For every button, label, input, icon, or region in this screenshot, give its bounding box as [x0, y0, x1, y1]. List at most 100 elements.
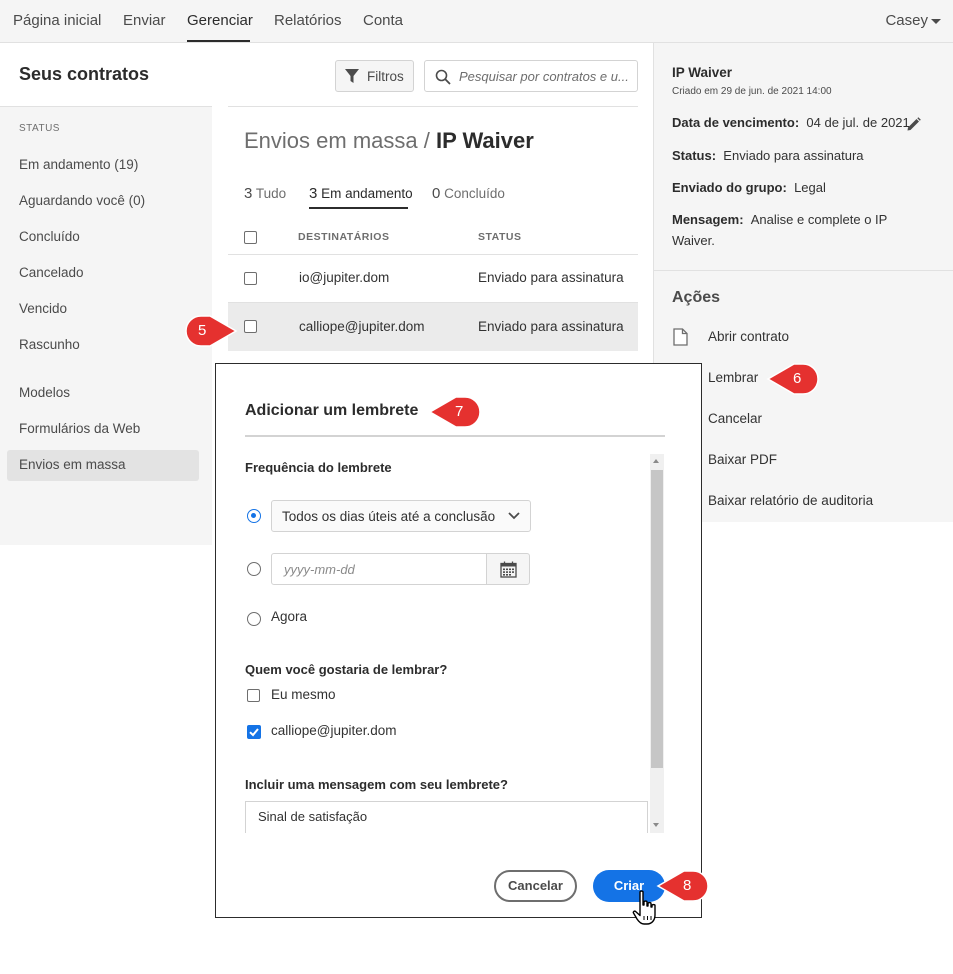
callout-marker-8: 8: [654, 869, 710, 906]
action-cancel[interactable]: Cancelar: [708, 411, 762, 426]
frequency-dropdown[interactable]: Todos os dias úteis até a conclusão: [271, 500, 531, 532]
myself-label: Eu mesmo: [271, 687, 336, 702]
tab-count: 3: [244, 185, 253, 202]
status-line: Status: Enviado para assinatura: [672, 148, 864, 163]
filter-button-label: Filtros: [367, 69, 404, 84]
status-cell: Enviado para assinatura: [478, 319, 624, 334]
tab-completed[interactable]: 0 Concluído: [432, 185, 505, 202]
message-label: Mensagem:: [672, 212, 744, 227]
toolbar-divider: [228, 106, 638, 107]
search-placeholder: Pesquisar por contratos e u...: [459, 69, 629, 84]
tab-count: 3: [309, 185, 318, 202]
checkmark-icon: [249, 728, 259, 737]
filter-icon: [345, 69, 359, 83]
tab-label: Tudo: [255, 186, 287, 201]
nav-account[interactable]: Conta: [363, 12, 403, 29]
group-value: Legal: [794, 180, 826, 195]
frequency-date-radio[interactable]: [247, 562, 261, 576]
row-checkbox[interactable]: [244, 272, 257, 285]
sidebar-item-expired[interactable]: Vencido: [19, 301, 67, 316]
callout-number: 7: [455, 403, 464, 420]
due-date-label: Data de vencimento:: [672, 115, 800, 130]
date-placeholder: yyyy-mm-dd: [284, 562, 355, 577]
sidebar-item-in-progress[interactable]: Em andamento (19): [19, 157, 138, 172]
cancel-button[interactable]: Cancelar: [494, 870, 577, 902]
status-label: Status:: [672, 148, 717, 163]
nav-send[interactable]: Enviar: [123, 12, 166, 29]
recipient-checkbox[interactable]: [247, 725, 261, 739]
nav-reports[interactable]: Relatórios: [274, 12, 342, 29]
nav-home[interactable]: Página inicial: [13, 12, 101, 29]
callout-marker-5: 5: [184, 314, 240, 351]
row-checkbox[interactable]: [244, 320, 257, 333]
group-line: Enviado do grupo: Legal: [672, 180, 826, 195]
created-date: Criado em 29 de jun. de 2021 14:00: [672, 86, 832, 97]
recipient-label: calliope@jupiter.dom: [271, 723, 397, 738]
search-input[interactable]: Pesquisar por contratos e u...: [424, 60, 638, 92]
callout-marker-7: 7: [426, 395, 482, 432]
recipient-cell: io@jupiter.dom: [299, 270, 390, 285]
callout-arrow-icon: [428, 396, 481, 428]
action-download-audit-report[interactable]: Baixar relatório de auditoria: [708, 493, 873, 508]
myself-checkbox[interactable]: [247, 689, 260, 702]
recipient-cell: calliope@jupiter.dom: [299, 319, 425, 334]
frequency-dropdown-value: Todos os dias úteis até a conclusão: [282, 509, 496, 524]
callout-number: 8: [683, 877, 692, 894]
sidebar-item-draft[interactable]: Rascunho: [19, 337, 80, 352]
date-field[interactable]: yyyy-mm-dd: [271, 553, 487, 585]
sidebar-item-web-forms[interactable]: Formulários da Web: [19, 421, 140, 436]
pencil-icon[interactable]: [906, 116, 922, 132]
sidebar-item-templates[interactable]: Modelos: [19, 385, 70, 400]
reminder-message-textarea[interactable]: Sinal de satisfação: [245, 801, 648, 833]
column-header-recipients[interactable]: DESTINATÁRIOS: [298, 231, 389, 243]
sidebar-item-canceled[interactable]: Cancelado: [19, 265, 84, 280]
scroll-down-arrow-icon[interactable]: [653, 823, 659, 827]
column-header-status[interactable]: STATUS: [478, 231, 521, 243]
add-reminder-dialog: [215, 363, 702, 918]
due-date-line: Data de vencimento: 04 de jul. de 2021: [672, 115, 910, 130]
chevron-down-icon: [508, 512, 520, 520]
filter-button[interactable]: Filtros: [335, 60, 414, 92]
sidebar-item-completed[interactable]: Concluído: [19, 229, 80, 244]
due-date-value: 04 de jul. de 2021: [806, 115, 910, 130]
tab-in-progress[interactable]: 3 Em andamento: [309, 185, 413, 202]
breadcrumb-parent[interactable]: Envios em massa /: [244, 128, 430, 153]
group-label: Enviado do grupo:: [672, 180, 787, 195]
calendar-icon: [500, 561, 517, 578]
sidebar-item-mega-sign[interactable]: Envios em massa: [19, 457, 126, 472]
callout-arrow-icon: [185, 315, 238, 347]
sidebar-item-waiting-for-you[interactable]: Aguardando você (0): [19, 193, 145, 208]
user-menu[interactable]: Casey: [885, 12, 941, 29]
callout-marker-6: 6: [764, 362, 820, 399]
tab-active-indicator: [309, 207, 408, 209]
status-section-label: STATUS: [19, 123, 60, 134]
dialog-divider: [245, 435, 665, 437]
nav-manage[interactable]: Gerenciar: [187, 12, 253, 29]
now-label: Agora: [271, 609, 308, 624]
message-line-2: Waiver.: [672, 233, 715, 248]
tab-all[interactable]: 3 Tudo: [244, 185, 286, 202]
table-divider: [228, 254, 638, 255]
frequency-recurring-radio[interactable]: [247, 509, 261, 523]
action-open-agreement[interactable]: Abrir contrato: [708, 329, 789, 344]
dialog-scroll-thumb[interactable]: [651, 470, 663, 768]
frequency-label: Frequência do lembrete: [245, 460, 392, 475]
action-remind[interactable]: Lembrar: [708, 370, 758, 385]
callout-arrow-icon: [656, 870, 709, 902]
calendar-button[interactable]: [486, 553, 530, 585]
callout-arrow-icon: [766, 363, 819, 395]
dialog-title: Adicionar um lembrete: [245, 402, 419, 419]
select-all-checkbox[interactable]: [244, 231, 257, 244]
details-divider: [654, 270, 953, 271]
sidebar-title: Seus contratos: [19, 64, 150, 84]
frequency-now-radio[interactable]: [247, 612, 261, 626]
message-value: Analise e complete o IP: [750, 212, 888, 227]
scroll-up-arrow-icon[interactable]: [653, 459, 659, 463]
search-icon: [435, 69, 451, 85]
tab-label: Em andamento: [321, 186, 413, 201]
action-download-pdf[interactable]: Baixar PDF: [708, 452, 777, 467]
who-label: Quem você gostaria de lembrar?: [245, 662, 448, 677]
tab-label: Concluído: [444, 186, 505, 201]
message-line: Mensagem: Analise e complete o IP: [672, 212, 887, 227]
actions-heading: Ações: [672, 289, 721, 306]
